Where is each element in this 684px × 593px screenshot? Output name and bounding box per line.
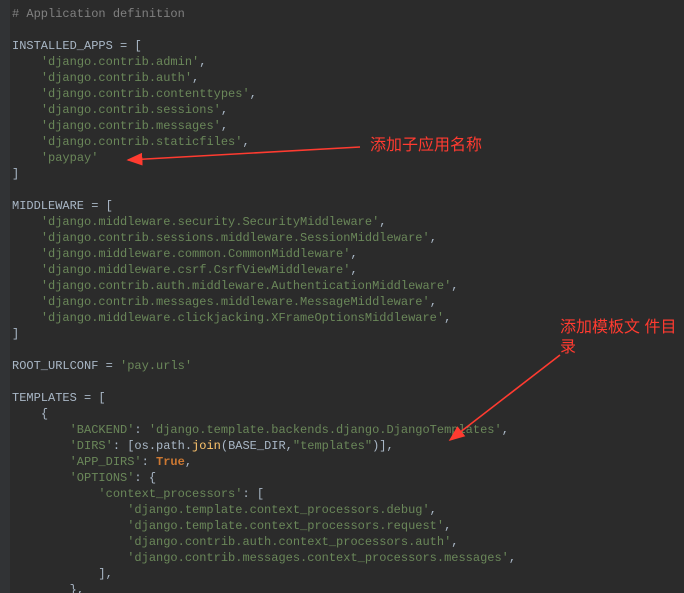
dict-key: 'APP_DIRS' bbox=[70, 455, 142, 469]
list-item: 'django.contrib.auth.context_processors.… bbox=[127, 535, 451, 549]
close-bracket: ] bbox=[12, 327, 19, 341]
close-bracket: ] bbox=[12, 167, 19, 181]
comma: , bbox=[286, 439, 293, 453]
base-dir: BASE_DIR bbox=[228, 439, 286, 453]
annotation-template-dir: 添加模板文 件目录 bbox=[560, 318, 684, 358]
comma: , bbox=[444, 519, 451, 533]
colon: : bbox=[134, 423, 141, 437]
comma: , bbox=[242, 135, 249, 149]
list-item: 'django.middleware.csrf.CsrfViewMiddlewa… bbox=[41, 263, 351, 277]
editor-gutter bbox=[0, 0, 10, 593]
dict-key: 'context_processors' bbox=[98, 487, 242, 501]
comma: , bbox=[185, 455, 192, 469]
list-item: 'django.middleware.clickjacking.XFrameOp… bbox=[41, 311, 444, 325]
var-installed-apps: INSTALLED_APPS bbox=[12, 39, 113, 53]
dict-value: 'django.template.backends.django.DjangoT… bbox=[149, 423, 502, 437]
colon: : bbox=[242, 487, 249, 501]
string-value: 'pay.urls' bbox=[120, 359, 192, 373]
dirs-prefix: [os.path. bbox=[127, 439, 192, 453]
list-item: 'django.contrib.auth' bbox=[41, 71, 192, 85]
list-item: 'django.contrib.sessions' bbox=[41, 103, 221, 117]
comma: , bbox=[77, 583, 84, 593]
open-brace: { bbox=[149, 471, 156, 485]
var-middleware: MIDDLEWARE bbox=[12, 199, 84, 213]
list-item: 'django.contrib.auth.middleware.Authenti… bbox=[41, 279, 451, 293]
comma: , bbox=[250, 87, 257, 101]
comma: , bbox=[430, 295, 437, 309]
list-item: 'django.middleware.security.SecurityMidd… bbox=[41, 215, 379, 229]
comma: , bbox=[502, 423, 509, 437]
assign-op: = bbox=[91, 199, 98, 213]
comma: , bbox=[444, 311, 451, 325]
join-func: join bbox=[192, 439, 221, 453]
assign-op: = bbox=[120, 39, 127, 53]
list-item: 'paypay' bbox=[41, 151, 99, 165]
code-editor: # Application definition INSTALLED_APPS … bbox=[0, 0, 684, 593]
comma: , bbox=[509, 551, 516, 565]
comma: , bbox=[192, 71, 199, 85]
list-item: 'django.contrib.sessions.middleware.Sess… bbox=[41, 231, 430, 245]
list-item: 'django.template.context_processors.requ… bbox=[127, 519, 444, 533]
code-content: # Application definition INSTALLED_APPS … bbox=[12, 6, 516, 593]
comma: , bbox=[430, 231, 437, 245]
open-paren: ( bbox=[221, 439, 228, 453]
open-brace: { bbox=[41, 407, 48, 421]
comma: , bbox=[350, 247, 357, 261]
list-item: 'django.contrib.messages.context_process… bbox=[127, 551, 509, 565]
templates-str: "templates" bbox=[293, 439, 372, 453]
colon: : bbox=[142, 455, 149, 469]
comma: , bbox=[350, 263, 357, 277]
open-bracket: [ bbox=[98, 391, 105, 405]
list-item: 'django.contrib.contenttypes' bbox=[41, 87, 250, 101]
true-keyword: True bbox=[156, 455, 185, 469]
comment-line: # Application definition bbox=[12, 7, 185, 21]
open-bracket: [ bbox=[257, 487, 264, 501]
dict-key: 'DIRS' bbox=[70, 439, 113, 453]
dict-key: 'BACKEND' bbox=[70, 423, 135, 437]
comma: , bbox=[451, 279, 458, 293]
close-brace: } bbox=[70, 583, 77, 593]
assign-op: = bbox=[84, 391, 91, 405]
close-bracket: ] bbox=[98, 567, 105, 581]
comma: , bbox=[106, 567, 113, 581]
comma: , bbox=[221, 119, 228, 133]
assign-op: = bbox=[106, 359, 113, 373]
dict-key: 'OPTIONS' bbox=[70, 471, 135, 485]
var-root-urlconf: ROOT_URLCONF bbox=[12, 359, 98, 373]
list-item: 'django.contrib.staticfiles' bbox=[41, 135, 243, 149]
list-item: 'django.middleware.common.CommonMiddlewa… bbox=[41, 247, 351, 261]
var-templates: TEMPLATES bbox=[12, 391, 77, 405]
list-item: 'django.contrib.messages.middleware.Mess… bbox=[41, 295, 430, 309]
comma: , bbox=[199, 55, 206, 69]
comma: , bbox=[430, 503, 437, 517]
comma: , bbox=[221, 103, 228, 117]
open-bracket: [ bbox=[106, 199, 113, 213]
list-item: 'django.contrib.admin' bbox=[41, 55, 199, 69]
comma: , bbox=[451, 535, 458, 549]
list-item: 'django.template.context_processors.debu… bbox=[127, 503, 429, 517]
open-bracket: [ bbox=[134, 39, 141, 53]
list-item: 'django.contrib.messages' bbox=[41, 119, 221, 133]
close-paren: )], bbox=[372, 439, 394, 453]
colon: : bbox=[113, 439, 120, 453]
comma: , bbox=[379, 215, 386, 229]
colon: : bbox=[134, 471, 141, 485]
